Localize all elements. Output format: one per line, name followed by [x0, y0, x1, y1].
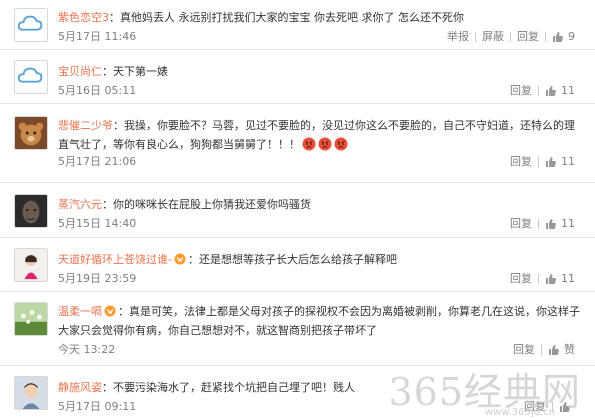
- comment-item: 紫色恋空3：真他妈丢人 永远别打扰我们大家的宝宝 你去死吧 求你了 怎么还不死你…: [0, 0, 595, 50]
- comment-footer: 5月15日 14:40 回复 11: [58, 214, 585, 234]
- comment-text: 紫色恋空3：真他妈丢人 永远别打扰我们大家的宝宝 你去死吧 求你了 怎么还不死你: [58, 8, 585, 27]
- reply-link[interactable]: 回复: [504, 269, 538, 289]
- like-count: 11: [561, 217, 575, 230]
- reply-link[interactable]: 回复: [504, 214, 538, 234]
- thumbs-up-icon: [552, 31, 564, 43]
- comment-actions: 回复 11: [504, 214, 575, 234]
- vip-icon: [104, 305, 116, 317]
- comment-body: ：不要污染海水了，赶紧找个坑把自己埋了吧！贱人: [102, 381, 355, 394]
- thumbs-up-icon: [545, 156, 557, 168]
- dark-face-avatar[interactable]: [14, 194, 48, 228]
- comment-author-link[interactable]: 悲催二少爷: [58, 119, 113, 132]
- comment-text: 悲催二少爷：我操，你要脸不？马蓉，见过不要脸的，没见过你这么不要脸的，自己不守妇…: [58, 116, 585, 154]
- comment-footer: 5月19日 23:59 回复 11: [58, 269, 585, 289]
- thumbs-up-icon: [545, 218, 557, 230]
- thumbs-up-icon: [559, 401, 571, 413]
- comment-text: 蒸汽六元：你的咪咪长在屁股上你猜我还爱你吗骚货: [58, 195, 585, 214]
- bear-avatar[interactable]: [14, 116, 48, 150]
- flower-avatar[interactable]: [14, 302, 48, 336]
- girl-avatar[interactable]: [14, 248, 48, 282]
- reply-link[interactable]: 回复: [504, 81, 538, 101]
- comment-footer: 5月17日 11:46 举报 屏蔽 回复 9: [58, 27, 585, 47]
- comment-body: ：你的咪咪长在屁股上你猜我还爱你吗骚货: [102, 198, 311, 211]
- comment-body: ：真他妈丢人 永远别打扰我们大家的宝宝 你去死吧 求你了 怎么还不死你: [109, 11, 464, 24]
- watermark-url: www.365jd.cn: [484, 407, 555, 418]
- comment-item: 宝贝尚仁：天下第一婊 5月16日 05:11 回复 11: [0, 50, 595, 104]
- child-avatar[interactable]: [14, 376, 48, 410]
- comment-actions: 回复 11: [504, 152, 575, 172]
- comment-body: ：我操，你要脸不？马蓉，见过不要脸的，没见过你这么不要脸的，自己不守妇道，还特么…: [58, 119, 575, 151]
- reply-link[interactable]: 回复: [504, 152, 538, 172]
- thumbs-up-icon: [548, 344, 560, 356]
- comment-actions: 回复 11: [504, 269, 575, 289]
- comment-footer: 5月17日 21:06 回复 11: [58, 152, 585, 172]
- angry-emoji-icon: [302, 137, 316, 151]
- comment-item: 温柔一嗝 ：真是可笑，法律上都是父母对孩子的探视权不会因为离婚被剥削，你算老几在这…: [0, 292, 595, 366]
- like-count: 9: [568, 30, 575, 43]
- like-button[interactable]: 9: [546, 27, 575, 47]
- comment-text: 天道好循环上苍饶过谁- ：还是想想等孩子长大后怎么给孩子解释吧: [58, 250, 585, 269]
- comment-author-link[interactable]: 天道好循环上苍饶过谁-: [58, 253, 172, 266]
- comment-footer: 今天 13:22 回复 赞: [58, 340, 585, 360]
- comment-text: 温柔一嗝 ：真是可笑，法律上都是父母对孩子的探视权不会因为离婚被剥削，你算老几在这…: [58, 302, 585, 340]
- comment-time: 5月17日 11:46: [58, 30, 137, 43]
- angry-emoji-icon: [318, 137, 332, 151]
- comment-item: 天道好循环上苍饶过谁- ：还是想想等孩子长大后怎么给孩子解释吧 5月19日 23:…: [0, 238, 595, 292]
- comment-time: 5月16日 05:11: [58, 84, 137, 97]
- comment-time: 5月17日 21:06: [58, 155, 137, 168]
- like-button[interactable]: 11: [539, 152, 575, 172]
- cloud-avatar[interactable]: [14, 60, 48, 94]
- comment-body: ：真是可笑，法律上都是父母对孩子的探视权不会因为离婚被剥削，你算老几在这说，你这…: [58, 305, 580, 337]
- comment-text: 宝贝尚仁：天下第一婊: [58, 62, 585, 81]
- comment-actions: 回复 11: [504, 81, 575, 101]
- comment-actions: 举报 屏蔽 回复 9: [441, 27, 575, 47]
- angry-emoji-icon: [334, 137, 348, 151]
- comment-actions: 回复 赞: [507, 340, 575, 360]
- comment-author-link[interactable]: 宝贝尚仁: [58, 65, 102, 78]
- comment-text: 静施风姿：不要污染海水了，赶紧找个坑把自己埋了吧！贱人: [58, 378, 585, 397]
- like-count: 赞: [564, 343, 575, 356]
- thumbs-up-icon: [545, 85, 557, 97]
- comment-time: 5月17日 09:11: [58, 400, 137, 413]
- reply-link[interactable]: 回复: [507, 340, 541, 360]
- thumbs-up-icon: [545, 273, 557, 285]
- comment-item: 悲催二少爷：我操，你要脸不？马蓉，见过不要脸的，没见过你这么不要脸的，自己不守妇…: [0, 104, 595, 183]
- comment-item: 蒸汽六元：你的咪咪长在屁股上你猜我还爱你吗骚货 5月15日 14:40 回复 1…: [0, 183, 595, 238]
- like-count: 11: [561, 272, 575, 285]
- vip-icon: [174, 253, 186, 265]
- like-count: 11: [561, 155, 575, 168]
- comment-time: 5月15日 14:40: [58, 217, 137, 230]
- comment-time: 5月19日 23:59: [58, 272, 137, 285]
- reply-link[interactable]: 回复: [511, 27, 545, 47]
- like-button[interactable]: 11: [539, 269, 575, 289]
- like-button[interactable]: 赞: [542, 340, 575, 360]
- comment-body: ：还是想想等孩子长大后怎么给孩子解释吧: [187, 253, 397, 266]
- like-count: 11: [561, 84, 575, 97]
- like-button[interactable]: [553, 401, 575, 413]
- comment-footer: 5月16日 05:11 回复 11: [58, 81, 585, 101]
- comment-author-link[interactable]: 温柔一嗝: [58, 305, 102, 318]
- comment-author-link[interactable]: 紫色恋空3: [58, 11, 109, 24]
- comment-author-link[interactable]: 蒸汽六元: [58, 198, 102, 211]
- report-link[interactable]: 举报: [441, 27, 475, 47]
- like-button[interactable]: 11: [539, 81, 575, 101]
- comment-author-link[interactable]: 静施风姿: [58, 381, 102, 394]
- block-link[interactable]: 屏蔽: [476, 27, 510, 47]
- comment-body: ：天下第一婊: [102, 65, 168, 78]
- comment-time: 今天 13:22: [58, 343, 116, 356]
- like-button[interactable]: 11: [539, 214, 575, 234]
- cloud-avatar[interactable]: [14, 8, 48, 42]
